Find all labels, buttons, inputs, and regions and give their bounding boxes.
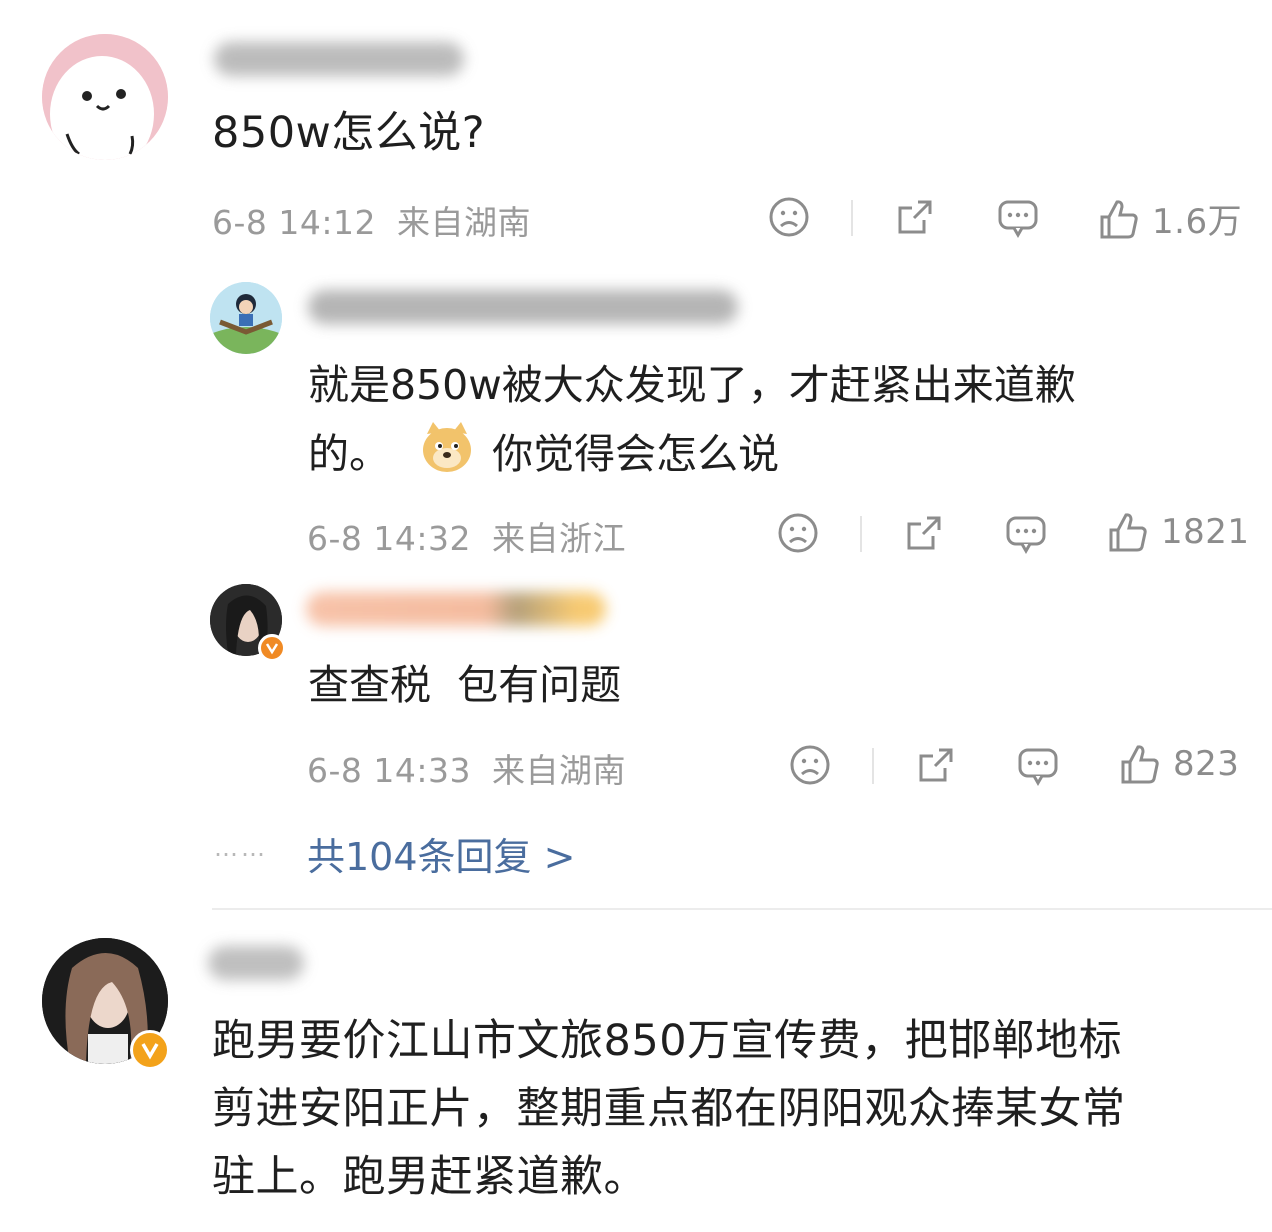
thumbs-up-icon [1100,199,1138,238]
sad-face-icon [769,197,809,237]
comment-text-line2: 剪进安阳正片，整期重点都在阴阳观众捧某女常 [212,1084,1126,1134]
avatar[interactable] [210,282,282,354]
comment-button[interactable] [1004,512,1048,556]
verified-badge [130,1030,170,1070]
username-blurred[interactable] [306,592,606,626]
doge-emoji-icon [419,420,475,495]
comment-divider [212,908,1272,910]
comment-location: 来自湖南 [397,203,531,242]
dislike-button[interactable] [768,196,810,238]
comment-text-line3: 驻上。跑男赶紧道歉。 [212,1152,647,1202]
comment-time: 6-8 14:12 [212,203,376,242]
comment-text-line1: 跑男要价江山市文旅850万宣传费，把邯郸地标 [212,1016,1123,1066]
verified-v-icon [265,643,279,655]
comment-text: 850w怎么说? [212,108,486,158]
username-blurred[interactable] [208,946,304,980]
reply-text-start: 的。 [308,430,390,478]
dislike-button[interactable] [777,512,819,554]
reply-text-line2: 的。 你觉得会怎么说 [308,420,779,495]
reply-text-line1: 就是850w被大众发现了，才赶紧出来道歉 [308,361,1076,409]
like-button[interactable]: 1821 [1107,510,1250,554]
like-count: 823 [1173,744,1240,784]
avatar-image [42,34,168,160]
dislike-button[interactable] [789,744,831,786]
share-icon [907,516,941,550]
comment-button[interactable] [1016,744,1060,788]
reply-text: 查查税 包有问题 [308,661,622,709]
comment-icon [1018,748,1058,787]
reply-location: 来自湖南 [492,751,626,790]
reply-time: 6-8 14:32 [307,519,471,558]
reply-meta: 6-8 14:32 来自浙江 [307,512,626,560]
comment-icon [1006,516,1046,555]
divider [851,200,853,236]
sad-face-icon [790,745,830,785]
avatar[interactable] [42,34,168,160]
username-blurred[interactable] [308,290,738,324]
share-button[interactable] [915,744,957,786]
verified-badge [258,634,286,662]
reply-meta: 6-8 14:33 来自湖南 [307,744,626,792]
comment-meta: 6-8 14:12 来自湖南 [212,196,531,244]
comment-button[interactable] [996,196,1040,240]
avatar-image [210,282,282,354]
sad-face-icon [778,513,818,553]
share-button[interactable] [894,196,936,238]
like-count: 1.6万 [1152,202,1243,242]
verified-v-icon [141,1043,159,1060]
thumbs-up-icon [1121,745,1159,784]
like-button[interactable]: 1.6万 [1098,194,1242,243]
username-blurred[interactable] [214,42,464,76]
reply-location: 来自浙江 [492,519,626,558]
share-icon [919,748,953,782]
share-icon [898,200,932,234]
divider [860,516,862,552]
divider [872,748,874,784]
like-count: 1821 [1161,512,1250,552]
view-all-replies-link[interactable]: 共104条回复 > [307,826,575,881]
comment-icon [998,200,1038,239]
share-button[interactable] [903,512,945,554]
thumbs-up-icon [1109,513,1147,552]
like-button[interactable]: 823 [1119,742,1239,786]
reply-text-end: 你觉得会怎么说 [492,430,780,478]
reply-dots: …… [214,834,268,862]
reply-time: 6-8 14:33 [307,751,471,790]
